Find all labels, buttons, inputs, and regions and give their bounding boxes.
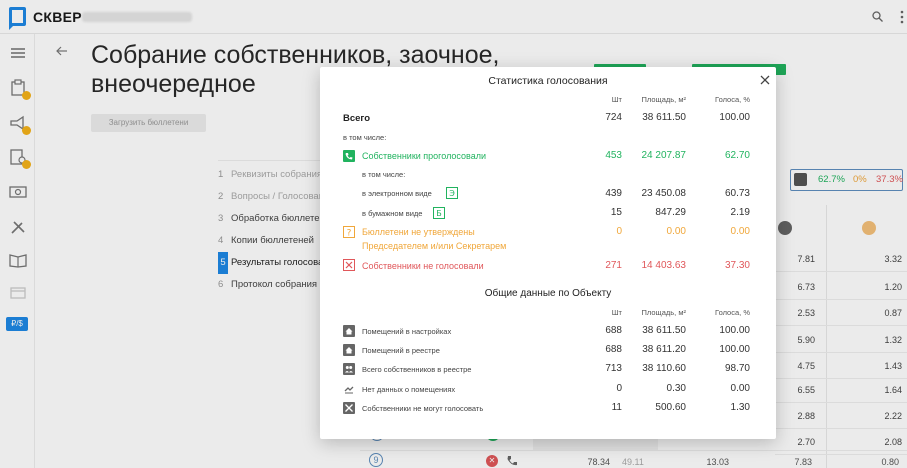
no-data-icon (344, 386, 354, 394)
voted-label: Собственники проголосовали (362, 151, 487, 161)
object-row-label: Всего собственников в реестре (362, 365, 472, 374)
object-row-votes: 100.00 (719, 325, 750, 336)
object-row-votes: 0.00 (730, 383, 750, 394)
electronic-area: 23 450.08 (641, 188, 687, 199)
close-icon[interactable] (759, 74, 771, 86)
column-header-count: Шт (611, 95, 622, 104)
not-voted-icon (343, 259, 355, 271)
paper-area: 847.29 (655, 207, 686, 218)
house-icon (343, 325, 355, 337)
unapproved-label-line1: Бюллетени не утверждены (362, 227, 475, 237)
object-row-votes: 1.30 (730, 402, 750, 413)
column-header-count: Шт (611, 308, 622, 317)
object-row-area: 38 611.50 (642, 325, 686, 336)
object-row-votes: 100.00 (719, 344, 750, 355)
object-row-area: 38 611.20 (642, 344, 686, 355)
total-area: 38 611.50 (642, 112, 686, 123)
voted-area: 24 207.87 (641, 150, 687, 161)
paper-votes: 2.19 (730, 207, 750, 218)
column-header-area: Площадь, м² (641, 308, 686, 317)
total-label: Всего (343, 113, 371, 124)
not-voted-area: 14 403.63 (641, 260, 687, 271)
object-row-label: Помещений в реестре (362, 346, 440, 355)
svg-text:Б: Б (436, 209, 442, 218)
question-icon: ? (343, 226, 355, 238)
object-row-area: 38 110.60 (642, 363, 686, 374)
object-row-label: Помещений в настройках (362, 327, 452, 336)
voting-statistics-modal: Статистика голосования Шт Площадь, м² Го… (320, 67, 776, 439)
not-voted-votes: 37.30 (724, 260, 750, 271)
unapproved-area: 0.00 (666, 226, 686, 237)
including-label: в том числе: (343, 133, 387, 142)
column-header-area: Площадь, м² (641, 95, 686, 104)
not-voted-label: Собственники не голосовали (362, 261, 484, 271)
paper-icon: Б (433, 207, 445, 219)
total-votes: 100.00 (719, 112, 750, 123)
object-row-area: 500.60 (655, 402, 686, 413)
voted-including-label: в том числе: (362, 170, 406, 179)
svg-text:?: ? (347, 229, 352, 239)
voted-icon (343, 150, 355, 162)
electronic-label: в электронном виде (362, 189, 432, 198)
cannot-vote-icon (343, 402, 355, 414)
object-row-label: Нет данных о помещениях (362, 385, 456, 394)
object-row-label: Собственники не могут голосовать (362, 404, 484, 413)
unapproved-votes: 0.00 (730, 226, 750, 237)
voted-votes: 62.70 (724, 150, 750, 161)
object-row-votes: 98.70 (724, 363, 750, 374)
electronic-icon: Э (446, 187, 458, 199)
electronic-votes: 60.73 (724, 188, 750, 199)
svg-text:Э: Э (449, 189, 455, 198)
column-header-votes: Голоса, % (715, 308, 750, 317)
object-section-title: Общие данные по Объекту (484, 288, 612, 299)
object-row-area: 0.30 (666, 383, 686, 394)
unapproved-label-line2: Председателем и/или Секретарем (362, 241, 507, 251)
house-icon (343, 344, 355, 356)
paper-label: в бумажном виде (362, 209, 423, 218)
people-icon (343, 363, 355, 375)
modal-title: Статистика голосования (488, 75, 608, 87)
column-header-votes: Голоса, % (715, 95, 750, 104)
